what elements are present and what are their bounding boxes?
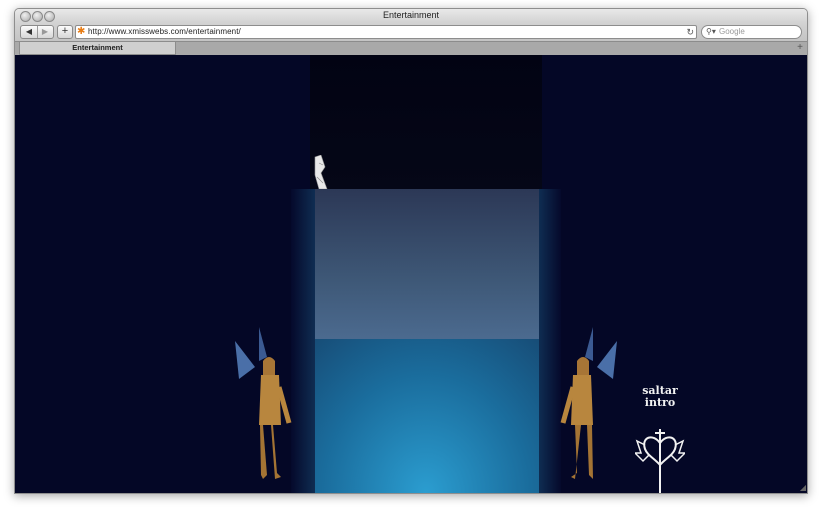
reload-icon[interactable]: ↻ xyxy=(686,26,694,38)
address-bar[interactable]: ✱ http://www.xmisswebs.com/entertainment… xyxy=(75,25,697,39)
window-title: Entertainment xyxy=(382,10,440,20)
forward-button[interactable]: ▶ xyxy=(37,26,53,38)
stage-backdrop xyxy=(310,55,542,190)
navigation-buttons: ◀ ▶ xyxy=(20,25,54,39)
winged-heart-emblem-icon[interactable] xyxy=(635,423,685,493)
angel-right-icon xyxy=(560,327,617,479)
search-field[interactable]: ⚲▾ Google xyxy=(701,25,802,39)
curtain-right-edge xyxy=(539,189,561,493)
angel-left-icon xyxy=(235,327,292,479)
forward-arrow-icon: ▶ xyxy=(41,27,49,36)
new-tab-icon[interactable]: + xyxy=(797,42,803,54)
resize-grip-icon[interactable]: ◢ xyxy=(800,483,806,492)
search-placeholder: Google xyxy=(719,27,745,36)
skip-intro-line2: intro xyxy=(644,396,676,409)
browser-window: Entertainment ◀ ▶ + ✱ http://www.xmisswe… xyxy=(14,8,808,494)
back-button[interactable]: ◀ xyxy=(21,26,38,38)
stage-curtain xyxy=(291,339,561,493)
curtain-left-edge xyxy=(291,189,315,493)
site-favicon-icon: ✱ xyxy=(77,26,86,37)
skip-intro-link[interactable]: saltar intro xyxy=(635,385,685,409)
paper-figure-icon xyxy=(314,155,328,190)
page-content: saltar intro ◢ xyxy=(15,55,807,493)
title-bar: Entertainment xyxy=(15,9,807,23)
back-arrow-icon: ◀ xyxy=(25,27,33,36)
add-bookmark-button[interactable]: + xyxy=(57,25,73,39)
url-text[interactable]: http://www.xmisswebs.com/entertainment/ xyxy=(88,27,241,36)
search-icon[interactable]: ⚲▾ xyxy=(706,26,716,38)
browser-toolbar: ◀ ▶ + ✱ http://www.xmisswebs.com/enterta… xyxy=(15,23,807,41)
tab-bar: Entertainment + xyxy=(15,41,807,55)
tab-entertainment[interactable]: Entertainment xyxy=(19,42,176,55)
stage-screen xyxy=(313,189,539,341)
